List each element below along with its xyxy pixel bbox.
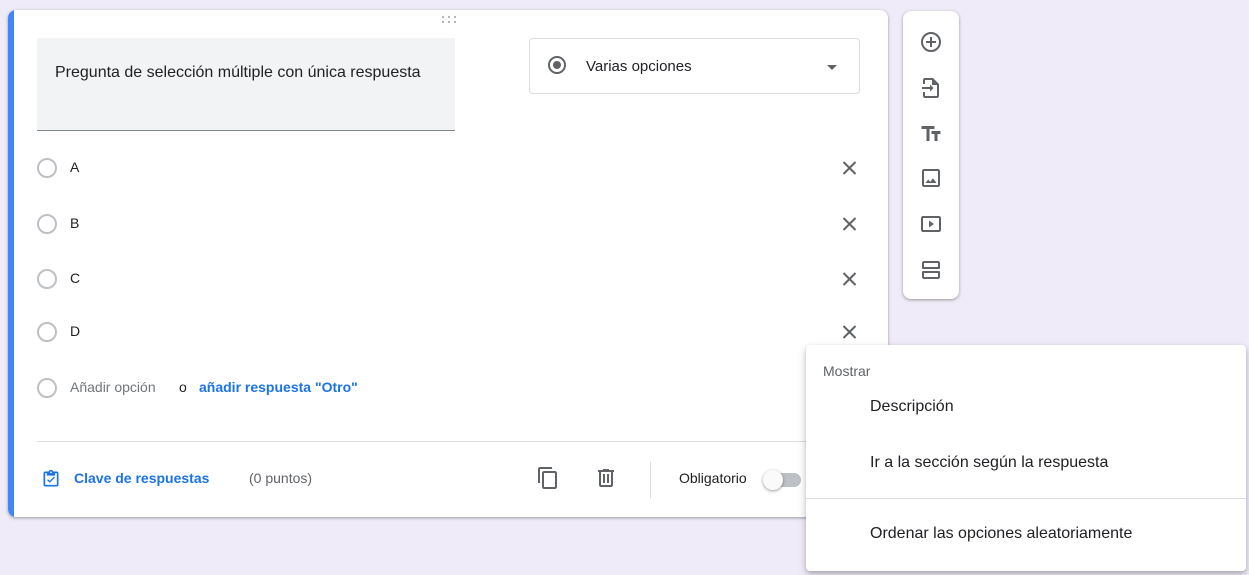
question-card[interactable]: Pregunta de selección múltiple con única… — [8, 10, 888, 517]
remove-option-icon[interactable] — [835, 154, 863, 182]
add-other-link[interactable]: añadir respuesta "Otro" — [199, 379, 358, 395]
delete-icon[interactable] — [594, 466, 618, 490]
remove-option-icon[interactable] — [835, 318, 863, 346]
menu-header: Mostrar — [823, 363, 871, 379]
option-row[interactable]: B — [37, 204, 863, 244]
side-toolbar — [903, 11, 959, 299]
points-label: (0 puntos) — [249, 470, 313, 486]
more-options-menu: Mostrar Descripción Ir a la sección segú… — [806, 345, 1246, 571]
menu-item-shuffle-options[interactable]: Ordenar las opciones aleatoriamente — [806, 511, 1246, 559]
add-image-icon[interactable] — [919, 166, 943, 190]
drag-handle-icon[interactable] — [440, 16, 458, 26]
option-label[interactable]: C — [70, 270, 80, 286]
remove-option-icon[interactable] — [835, 265, 863, 293]
card-footer: Clave de respuestas (0 puntos) Obligator… — [37, 460, 887, 500]
menu-item-description[interactable]: Descripción — [806, 384, 1246, 432]
option-row[interactable]: D — [37, 312, 863, 352]
question-type-dropdown[interactable]: Varias opciones — [529, 38, 860, 94]
radio-button-icon — [548, 56, 566, 74]
required-toggle[interactable] — [763, 469, 803, 491]
option-label[interactable]: D — [70, 323, 80, 339]
duplicate-icon[interactable] — [536, 466, 560, 490]
radio-circle-icon — [37, 269, 57, 289]
dropdown-arrow-icon — [827, 65, 837, 70]
add-title-icon[interactable] — [919, 122, 943, 146]
footer-divider — [37, 441, 868, 442]
radio-circle-icon — [37, 378, 57, 398]
add-section-icon[interactable] — [919, 258, 943, 282]
question-title-field[interactable]: Pregunta de selección múltiple con única… — [37, 38, 455, 131]
menu-item-label: Descripción — [870, 398, 954, 415]
menu-divider — [806, 498, 1246, 499]
menu-item-label: Ordenar las opciones aleatoriamente — [870, 525, 1133, 542]
radio-circle-icon — [37, 214, 57, 234]
menu-item-label: Ir a la sección según la respuesta — [870, 454, 1109, 471]
add-option-row: Añadir opción o añadir respuesta "Otro" — [37, 368, 863, 408]
option-row[interactable]: A — [37, 148, 863, 188]
toggle-thumb — [763, 470, 783, 490]
answer-key-link[interactable]: Clave de respuestas — [74, 470, 209, 486]
question-type-label: Varias opciones — [586, 58, 692, 75]
add-option-input[interactable]: Añadir opción — [70, 379, 156, 395]
menu-item-go-to-section[interactable]: Ir a la sección según la respuesta — [806, 440, 1246, 488]
radio-circle-icon — [37, 158, 57, 178]
active-card-indicator — [8, 10, 14, 517]
option-label[interactable]: B — [70, 215, 79, 231]
required-label: Obligatorio — [679, 470, 747, 486]
radio-circle-icon — [37, 322, 57, 342]
add-video-icon[interactable] — [919, 212, 943, 236]
question-title[interactable]: Pregunta de selección múltiple con única… — [55, 58, 435, 88]
remove-option-icon[interactable] — [835, 210, 863, 238]
or-text: o — [179, 379, 187, 395]
option-row[interactable]: C — [37, 259, 863, 299]
option-label[interactable]: A — [70, 159, 79, 175]
add-question-icon[interactable] — [919, 30, 943, 54]
footer-separator — [650, 462, 651, 498]
import-questions-icon[interactable] — [919, 76, 943, 100]
answer-key-icon[interactable] — [41, 469, 61, 489]
